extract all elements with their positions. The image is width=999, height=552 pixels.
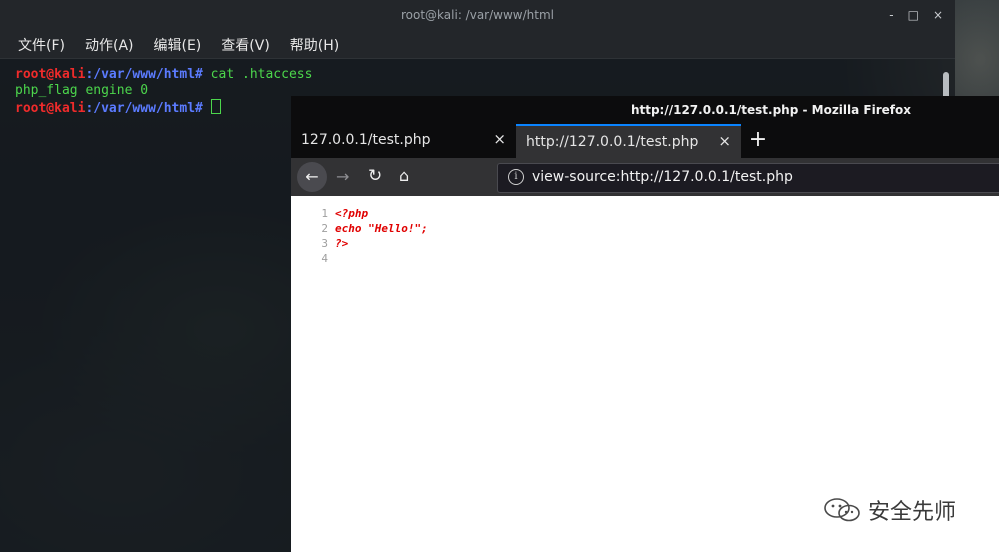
navigation-toolbar: ← → ↻ ⌂ i view-source:http://127.0.0.1/t… — [291, 158, 999, 196]
menu-action[interactable]: 动作(A) — [85, 35, 134, 55]
line-number: 3 — [321, 237, 328, 250]
back-arrow-icon[interactable]: ← — [297, 162, 327, 192]
prompt-path: /var/www/html — [93, 101, 196, 116]
source-line: 3 ?> — [291, 236, 999, 251]
source-code: <?php — [335, 207, 369, 220]
tab-label: http://127.0.0.1/test.php — [526, 134, 699, 150]
terminal-titlebar[interactable]: root@kali: /var/www/html - □ × — [0, 0, 955, 32]
close-icon[interactable]: × — [933, 8, 943, 22]
source-line: 4 — [291, 251, 999, 266]
prompt-user: root@kali — [15, 67, 86, 82]
menu-edit[interactable]: 编辑(E) — [154, 35, 202, 55]
watermark-text: 安全先师 — [868, 500, 957, 525]
command-text — [203, 101, 211, 116]
line-number: 1 — [321, 207, 328, 220]
firefox-window[interactable]: http://127.0.0.1/test.php - Mozilla Fire… — [291, 96, 999, 552]
new-tab-button[interactable]: + — [741, 124, 775, 158]
source-line: 2 echo "Hello!"; — [291, 221, 999, 236]
close-tab-icon[interactable]: × — [718, 132, 731, 150]
home-icon[interactable]: ⌂ — [399, 166, 409, 185]
forward-arrow-icon[interactable]: → — [336, 167, 349, 186]
maximize-icon[interactable]: □ — [908, 8, 919, 22]
command-text: cat .htaccess — [202, 67, 313, 82]
prompt-user: root@kali — [15, 101, 86, 116]
terminal-title: root@kali: /var/www/html — [401, 8, 554, 22]
reload-icon[interactable]: ↻ — [368, 166, 382, 186]
tab-view-source[interactable]: http://127.0.0.1/test.php × — [516, 124, 741, 158]
prompt-symbol: # — [195, 101, 203, 116]
close-tab-icon[interactable]: × — [493, 130, 506, 148]
prompt-path: /var/www/html — [93, 67, 196, 82]
source-view: 1 <?php 2 echo "Hello!"; 3 ?> 4 — [291, 196, 999, 266]
source-code: echo "Hello!"; — [335, 222, 428, 235]
minimize-icon[interactable]: - — [889, 8, 893, 22]
firefox-titlebar[interactable]: http://127.0.0.1/test.php - Mozilla Fire… — [291, 96, 999, 124]
tab-strip: 127.0.0.1/test.php × http://127.0.0.1/te… — [291, 124, 999, 158]
menu-help[interactable]: 帮助(H) — [290, 35, 339, 55]
wechat-logo-icon — [824, 498, 860, 522]
terminal-line: root@kali:/var/www/html# cat .htaccess — [15, 67, 955, 83]
menu-file[interactable]: 文件(F) — [18, 35, 65, 55]
url-bar[interactable]: i view-source:http://127.0.0.1/test.php — [497, 163, 999, 193]
watermark: 安全先师 — [822, 494, 956, 526]
url-text[interactable]: view-source:http://127.0.0.1/test.php — [532, 169, 793, 185]
prompt-symbol: # — [195, 67, 203, 82]
source-code: ?> — [335, 237, 349, 250]
menu-view[interactable]: 查看(V) — [221, 35, 270, 55]
source-line: 1 <?php — [291, 206, 999, 221]
info-icon[interactable]: i — [508, 169, 524, 185]
tab-label: 127.0.0.1/test.php — [301, 132, 431, 148]
window-controls: - □ × — [889, 8, 943, 22]
line-number: 4 — [321, 252, 328, 265]
terminal-menubar: 文件(F) 动作(A) 编辑(E) 查看(V) 帮助(H) — [0, 32, 955, 59]
firefox-window-title: http://127.0.0.1/test.php - Mozilla Fire… — [630, 103, 911, 117]
tab-test-php[interactable]: 127.0.0.1/test.php × — [291, 124, 516, 158]
line-number: 2 — [321, 222, 328, 235]
cursor — [210, 99, 221, 114]
